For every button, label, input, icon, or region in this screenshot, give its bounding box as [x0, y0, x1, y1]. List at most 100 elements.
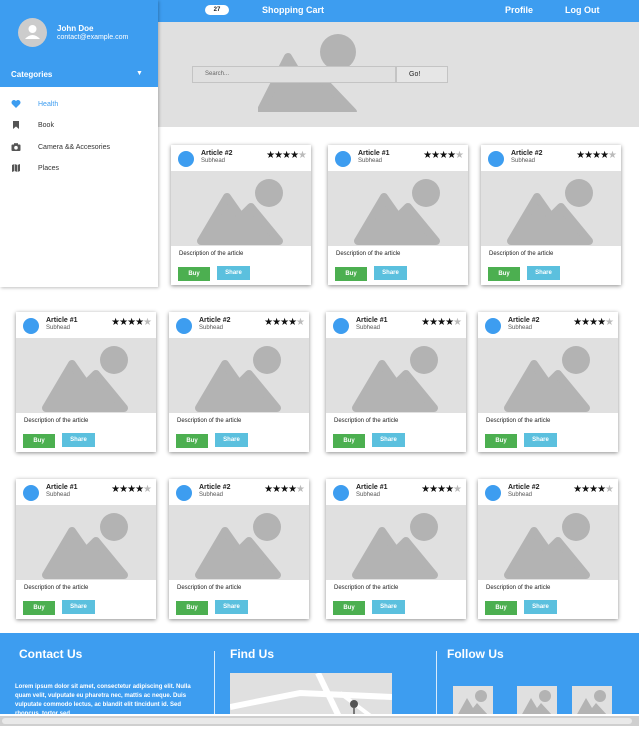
- image-placeholder-icon: [197, 179, 283, 245]
- buy-button[interactable]: Buy: [176, 434, 208, 448]
- sidebar-item-health[interactable]: Health: [0, 95, 158, 115]
- article-card: Article #2 Subhead ★★★★★ Description of the…: [169, 312, 309, 452]
- share-button[interactable]: Share: [524, 433, 557, 447]
- search-input[interactable]: Search...: [192, 66, 396, 83]
- horizontal-scrollbar[interactable]: [0, 716, 639, 726]
- avatar: [178, 151, 194, 167]
- star-filled-icon: ★: [423, 150, 432, 161]
- footer: Contact Us Lorem ipsum dolor sit amet, c…: [0, 633, 639, 714]
- image-placeholder-icon: [504, 346, 590, 412]
- star-filled-icon: ★: [127, 484, 136, 495]
- categories-label[interactable]: Categories: [11, 70, 52, 79]
- image-placeholder-icon: [195, 513, 281, 579]
- avatar: [18, 18, 47, 47]
- star-empty-icon: ★: [298, 150, 307, 161]
- star-empty-icon: ★: [453, 484, 462, 495]
- star-filled-icon: ★: [421, 317, 430, 328]
- share-button[interactable]: Share: [62, 433, 95, 447]
- share-button[interactable]: Share: [527, 266, 560, 280]
- search-go-button[interactable]: Go!: [396, 66, 448, 83]
- card-description: Description of the article: [486, 585, 551, 591]
- share-button[interactable]: Share: [215, 600, 248, 614]
- card-title: Article #1: [356, 484, 388, 491]
- sidebar-header: John Doe contact@example.com Categories …: [0, 0, 158, 87]
- avatar: [485, 318, 501, 334]
- card-description: Description of the article: [179, 251, 244, 257]
- map-image[interactable]: [229, 671, 393, 714]
- star-rating[interactable]: ★★★★★: [421, 317, 462, 328]
- shopping-cart-link[interactable]: Shopping Cart: [262, 5, 324, 15]
- card-image: [326, 338, 466, 413]
- divider: [436, 651, 437, 714]
- card-title: Article #1: [358, 150, 390, 157]
- sidebar-item-book[interactable]: Book: [0, 116, 158, 136]
- card-title: Article #2: [201, 150, 233, 157]
- buy-button[interactable]: Buy: [485, 434, 517, 448]
- logout-link[interactable]: Log Out: [565, 5, 600, 15]
- star-rating[interactable]: ★★★★★: [111, 484, 152, 495]
- card-description: Description of the article: [177, 418, 242, 424]
- star-rating[interactable]: ★★★★★: [573, 317, 614, 328]
- star-rating[interactable]: ★★★★★: [576, 150, 617, 161]
- buy-button[interactable]: Buy: [333, 434, 365, 448]
- star-rating[interactable]: ★★★★★: [264, 317, 305, 328]
- card-subhead: Subhead: [511, 158, 536, 164]
- card-subhead: Subhead: [199, 492, 224, 498]
- share-button[interactable]: Share: [524, 600, 557, 614]
- share-button[interactable]: Share: [374, 266, 407, 280]
- star-rating[interactable]: ★★★★★: [421, 484, 462, 495]
- image-placeholder-icon: [507, 179, 593, 245]
- heart-icon: [11, 100, 21, 108]
- share-button[interactable]: Share: [217, 266, 250, 280]
- star-rating[interactable]: ★★★★★: [573, 484, 614, 495]
- social-image[interactable]: [572, 686, 612, 714]
- card-image: [328, 171, 468, 246]
- card-image: [326, 505, 466, 580]
- card-description: Description of the article: [489, 251, 554, 257]
- star-rating[interactable]: ★★★★★: [264, 484, 305, 495]
- profile-link[interactable]: Profile: [505, 5, 533, 15]
- sidebar-item-label: Places: [38, 165, 60, 172]
- chevron-down-icon[interactable]: ▼: [136, 70, 143, 77]
- buy-button[interactable]: Buy: [178, 267, 210, 281]
- scrollbar-thumb[interactable]: [2, 718, 632, 724]
- card-title: Article #2: [199, 317, 231, 324]
- avatar: [23, 318, 39, 334]
- buy-button[interactable]: Buy: [335, 267, 367, 281]
- share-button[interactable]: Share: [62, 600, 95, 614]
- avatar: [23, 485, 39, 501]
- star-rating[interactable]: ★★★★★: [111, 317, 152, 328]
- social-image[interactable]: [453, 686, 493, 714]
- hero-banner: Search... Go!: [158, 22, 639, 127]
- share-button[interactable]: Share: [372, 433, 405, 447]
- article-card: Article #1 Subhead ★★★★★ Description of the…: [326, 312, 466, 452]
- buy-button[interactable]: Buy: [485, 601, 517, 615]
- buy-button[interactable]: Buy: [23, 601, 55, 615]
- star-rating[interactable]: ★★★★★: [266, 150, 307, 161]
- image-placeholder-icon: [504, 513, 590, 579]
- sidebar-item-camera[interactable]: Camera && Accesories: [0, 138, 158, 158]
- share-button[interactable]: Share: [215, 433, 248, 447]
- article-card: Article #2 Subhead ★★★★★ Description of the…: [478, 312, 618, 452]
- star-filled-icon: ★: [288, 484, 297, 495]
- buy-button[interactable]: Buy: [23, 434, 55, 448]
- share-button[interactable]: Share: [372, 600, 405, 614]
- image-placeholder-icon: [352, 346, 438, 412]
- article-card: Article #1 Subhead ★★★★★ Description of the…: [328, 145, 468, 285]
- sidebar-item-places[interactable]: Places: [0, 159, 158, 179]
- star-filled-icon: ★: [584, 150, 593, 161]
- contact-text: Lorem ipsum dolor sit amet, consectetur …: [15, 684, 191, 714]
- star-filled-icon: ★: [589, 484, 598, 495]
- buy-button[interactable]: Buy: [176, 601, 208, 615]
- social-image[interactable]: [517, 686, 557, 714]
- star-filled-icon: ★: [135, 317, 144, 328]
- card-description: Description of the article: [24, 418, 89, 424]
- star-filled-icon: ★: [119, 484, 128, 495]
- buy-button[interactable]: Buy: [488, 267, 520, 281]
- star-rating[interactable]: ★★★★★: [423, 150, 464, 161]
- sidebar-item-label: Camera && Accesories: [38, 144, 110, 151]
- star-filled-icon: ★: [272, 484, 281, 495]
- star-filled-icon: ★: [429, 317, 438, 328]
- star-empty-icon: ★: [143, 317, 152, 328]
- buy-button[interactable]: Buy: [333, 601, 365, 615]
